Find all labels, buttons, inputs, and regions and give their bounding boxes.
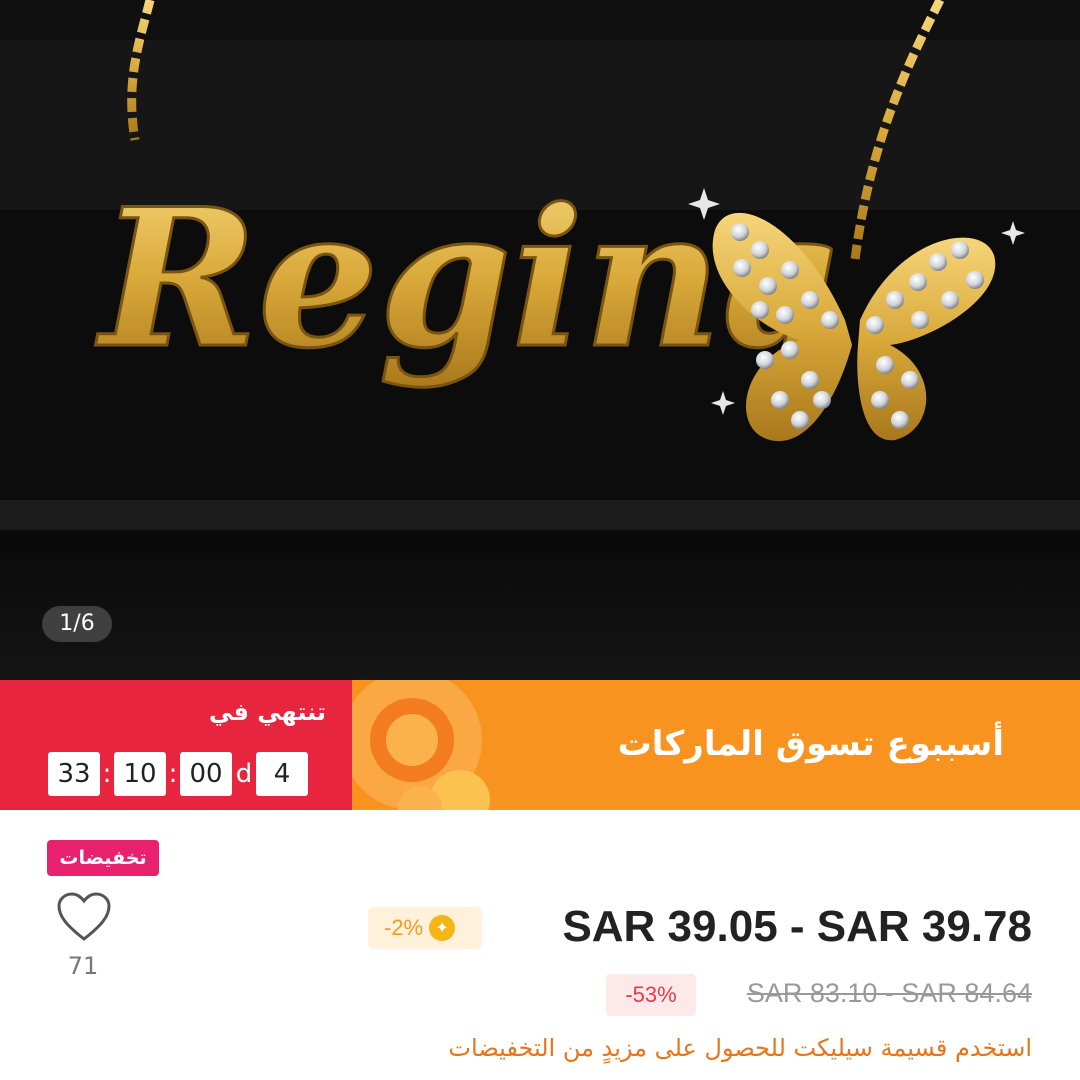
- countdown-minutes: 10: [114, 752, 166, 796]
- image-counter: 1/6: [42, 606, 112, 642]
- sale-tag: تخفيضات: [47, 840, 159, 876]
- countdown-timer: 33 : 10 : 00 d 4: [48, 752, 308, 796]
- product-image[interactable]: Regina 1/6: [0, 0, 1080, 680]
- countdown-day-unit: d: [235, 759, 253, 789]
- countdown-panel: تنتهي في 33 : 10 : 00 d 4: [0, 680, 352, 810]
- select-coupon-promo[interactable]: استخدم قسيمة سيليكت للحصول على مزيدٍ من …: [448, 1034, 1032, 1062]
- necklace-illustration: Regina: [0, 0, 1080, 530]
- promo-banner[interactable]: أسببوع تسوق الماركات تنتهي في 33 : 10 : …: [0, 680, 1080, 810]
- heart-icon[interactable]: [56, 891, 112, 943]
- banner-title: أسببوع تسوق الماركات: [617, 724, 1004, 764]
- countdown-seconds: 33: [48, 752, 100, 796]
- countdown-separator: :: [168, 759, 178, 789]
- discount-badge: -53%: [606, 974, 696, 1016]
- original-price: SAR 83.10 - SAR 84.64: [746, 978, 1032, 1008]
- countdown-separator: :: [102, 759, 112, 789]
- banner-campaign[interactable]: أسببوع تسوق الماركات: [350, 680, 1080, 810]
- countdown-days: 4: [256, 752, 308, 796]
- ends-in-label: تنتهي في: [208, 698, 326, 726]
- coupon-star-icon: ✦: [429, 915, 456, 941]
- coupon-percent: -2%: [384, 915, 424, 940]
- like-count: 71: [67, 952, 99, 980]
- countdown-hours: 00: [180, 752, 232, 796]
- coupon-discount-chip[interactable]: -2% ✦: [368, 907, 482, 949]
- price-range: SAR 39.05 - SAR 39.78: [562, 902, 1032, 951]
